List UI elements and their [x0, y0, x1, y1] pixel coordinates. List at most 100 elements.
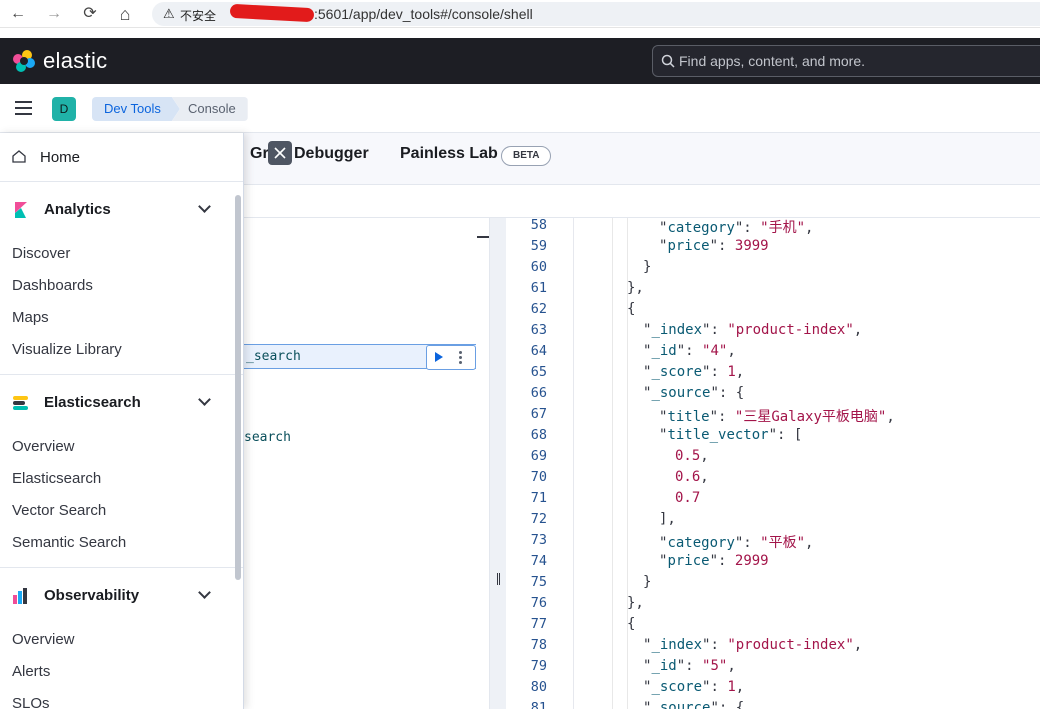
drag-handle-icon[interactable]	[497, 573, 500, 585]
line-number: 76	[530, 595, 547, 611]
nav-link-overview[interactable]: Overview	[12, 438, 75, 455]
code-line[interactable]: "_index": "product-index",	[643, 637, 862, 658]
nav-link-semantic-search[interactable]: Semantic Search	[12, 534, 126, 551]
address-bar[interactable]: ⚠ 不安全 :5601/app/dev_tools#/console/shell	[152, 2, 1040, 26]
tab-painless-lab[interactable]: Painless Lab	[400, 145, 498, 163]
code-line[interactable]: "category": "手机",	[659, 218, 813, 238]
fold-marker-icon[interactable]	[477, 236, 489, 238]
code-token: ": {	[710, 700, 745, 709]
nav-link-alerts[interactable]: Alerts	[12, 663, 50, 680]
elasticsearch-icon	[13, 396, 28, 410]
code-line[interactable]: "category": "平板",	[659, 532, 813, 553]
nav-link-vector-search[interactable]: Vector Search	[12, 502, 106, 519]
breadcrumb-bar: D Dev Tools Console	[0, 84, 1040, 133]
nav-link-dashboards[interactable]: Dashboards	[12, 277, 93, 294]
request-editor[interactable]: _search	[244, 218, 476, 709]
search-placeholder[interactable]: Find apps, content, and more.	[679, 53, 865, 69]
nav-group-elasticsearch[interactable]: Elasticsearch	[0, 375, 243, 431]
code-token: ,	[735, 679, 745, 695]
code-token: ":	[709, 238, 735, 254]
code-line[interactable]: "title_vector": [	[659, 427, 802, 448]
code-line[interactable]: "price": 3999	[659, 238, 769, 259]
output-editor[interactable]: "category": "手机", "price": 3999}}, {"_inde…	[575, 218, 1040, 709]
pane-resizer[interactable]	[489, 218, 506, 709]
line-number: 69	[530, 448, 547, 464]
code-line[interactable]: {	[627, 616, 635, 637]
tab-grok-debugger[interactable]: Debugger	[294, 145, 369, 163]
home-icon[interactable]: ⌂	[114, 3, 136, 25]
tab-grok-prefix[interactable]: Gr	[250, 145, 269, 163]
code-line[interactable]: "_score": 1,	[643, 364, 744, 385]
code-line[interactable]: "title": "三星Galaxy平板电脑",	[659, 406, 895, 427]
code-token: ],	[659, 511, 676, 527]
code-line[interactable]: {	[627, 301, 635, 322]
global-search-field[interactable]: Find apps, content, and more.	[652, 45, 1040, 77]
back-icon[interactable]: ←	[7, 3, 29, 25]
code-token: ,	[700, 448, 709, 464]
code-line[interactable]: "_index": "product-index",	[643, 322, 862, 343]
code-line[interactable]: 0.5,	[675, 448, 709, 469]
code-token: category	[667, 535, 735, 551]
code-line[interactable]: ],	[659, 511, 676, 532]
nav-link-overview[interactable]: Overview	[12, 631, 75, 648]
nav-link-visualize-library[interactable]: Visualize Library	[12, 341, 122, 358]
line-number: 63	[530, 322, 547, 338]
warning-icon[interactable]: ⚠	[163, 6, 175, 22]
kibana-analytics-icon	[15, 202, 27, 218]
space-avatar[interactable]: D	[52, 97, 76, 121]
brand-name[interactable]: elastic	[43, 48, 107, 74]
line-number: 77	[530, 616, 547, 632]
line-number: 68	[530, 427, 547, 443]
nav-group-analytics[interactable]: Analytics	[0, 182, 243, 238]
nav-link-elasticsearch[interactable]: Elasticsearch	[12, 470, 101, 487]
code-token: 0.6	[675, 469, 701, 485]
request-text-secondary[interactable]: search	[244, 430, 291, 445]
code-line[interactable]: "_source": {	[643, 700, 744, 709]
code-token: _index	[651, 637, 703, 653]
code-token: 3999	[734, 238, 769, 254]
code-token: ":	[709, 553, 735, 569]
beta-badge: BETA	[501, 146, 552, 166]
code-line[interactable]: },	[627, 280, 644, 301]
code-token: ,	[805, 220, 814, 236]
nav-link-maps[interactable]: Maps	[12, 309, 49, 326]
breadcrumb-dev-tools[interactable]: Dev Tools	[92, 97, 180, 121]
forward-icon[interactable]: →	[43, 3, 65, 25]
console-toolbar	[244, 185, 1040, 218]
reload-icon[interactable]: ⟳	[79, 3, 101, 25]
security-label[interactable]: 不安全	[180, 7, 216, 24]
redaction-mark	[229, 3, 315, 23]
code-token: },	[627, 280, 644, 296]
code-token: title	[667, 409, 710, 425]
chevron-down-icon[interactable]	[198, 200, 211, 213]
send-request-icon[interactable]	[435, 352, 443, 362]
close-icon[interactable]	[268, 141, 292, 165]
scrollbar[interactable]	[235, 195, 241, 580]
code-line[interactable]: "price": 2999	[659, 553, 769, 574]
browser-toolbar: ← → ⟳ ⌂ ⚠ 不安全 :5601/app/dev_tools#/conso…	[0, 0, 1040, 28]
code-line[interactable]: "_source": {	[643, 385, 744, 406]
code-line[interactable]: 0.7	[675, 490, 700, 511]
nav-link-slos[interactable]: SLOs	[12, 695, 50, 709]
elastic-logo-icon[interactable]	[12, 49, 36, 73]
code-line[interactable]: "_id": "5",	[643, 658, 736, 679]
line-number: 75	[530, 574, 547, 590]
side-navigation: Home Analytics Discover Dashboards Maps …	[0, 133, 244, 709]
line-number: 80	[530, 679, 547, 695]
code-line[interactable]: "_score": 1,	[643, 679, 744, 700]
chevron-down-icon[interactable]	[198, 393, 211, 406]
hamburger-menu-icon[interactable]	[15, 101, 32, 115]
code-line[interactable]: "_id": "4",	[643, 343, 736, 364]
code-line[interactable]: }	[643, 259, 651, 280]
more-actions-icon[interactable]	[459, 351, 463, 366]
chevron-down-icon[interactable]	[198, 586, 211, 599]
code-line[interactable]: 0.6,	[675, 469, 709, 490]
code-line[interactable]: },	[627, 595, 644, 616]
nav-link-discover[interactable]: Discover	[12, 245, 70, 262]
breadcrumb-console: Console	[172, 97, 248, 121]
request-text[interactable]: _search	[246, 349, 301, 364]
nav-home[interactable]: Home	[0, 133, 243, 182]
nav-group-observability[interactable]: Observability	[0, 568, 243, 624]
url-text[interactable]: :5601/app/dev_tools#/console/shell	[314, 6, 533, 22]
code-line[interactable]: }	[643, 574, 651, 595]
